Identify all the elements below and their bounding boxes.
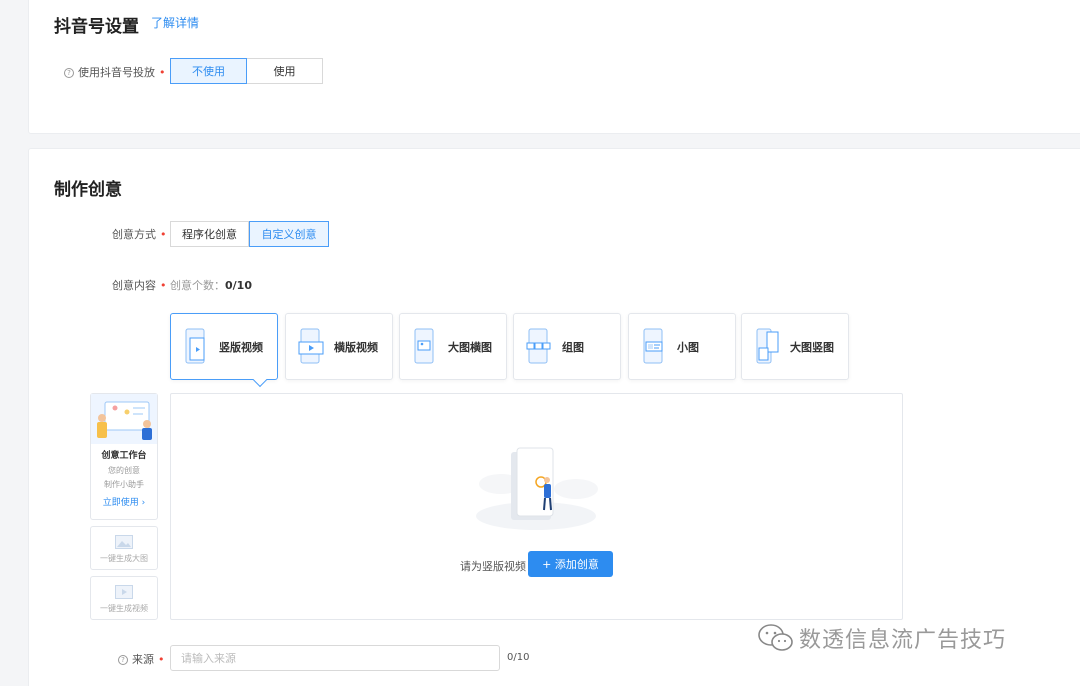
mode-custom[interactable]: 自定义创意 xyxy=(249,221,329,247)
small-image-icon xyxy=(643,328,663,363)
generate-video-label: 一键生成视频 xyxy=(100,604,148,613)
generate-image-button[interactable]: 一键生成大图 xyxy=(90,526,158,570)
creative-count: 创意个数：0/10 xyxy=(170,277,252,293)
option-not-use[interactable]: 不使用 xyxy=(170,58,247,84)
creative-mode-toggle: 程序化创意 自定义创意 xyxy=(170,221,329,247)
creative-section-title: 制作创意 xyxy=(54,180,122,200)
source-input[interactable]: 请输入来源 xyxy=(170,645,500,671)
type-large-horizontal-image[interactable]: 大图横图 xyxy=(399,313,507,380)
mode-programmatic[interactable]: 程序化创意 xyxy=(170,221,249,247)
required-mark: • xyxy=(158,653,165,666)
upload-hint: 请为竖版视频 xyxy=(460,560,526,573)
workbench-desc-1: 您的创意 xyxy=(108,466,140,475)
option-use[interactable]: 使用 xyxy=(247,58,323,84)
type-label: 大图竖图 xyxy=(790,340,834,354)
type-horizontal-video[interactable]: 横版视频 xyxy=(285,313,393,380)
douyin-use-toggle: 不使用 使用 xyxy=(170,58,323,84)
creative-count-value: 0/10 xyxy=(225,279,252,292)
horizontal-video-icon xyxy=(298,328,324,363)
source-label: 来源 xyxy=(132,653,154,666)
creative-content-field-label: 创意内容 • xyxy=(112,277,167,293)
required-mark: • xyxy=(159,66,166,79)
required-mark: • xyxy=(160,228,167,241)
learn-more-link[interactable]: 了解详情 xyxy=(151,14,199,31)
watermark-text: 数透信息流广告技巧 xyxy=(799,628,1007,653)
add-creative-button[interactable]: + 添加创意 xyxy=(528,551,613,577)
creative-content-label: 创意内容 xyxy=(112,279,156,292)
workbench-desc-2: 制作小助手 xyxy=(104,480,144,489)
type-label: 小图 xyxy=(677,340,699,354)
creative-mode-label: 创意方式 xyxy=(112,228,156,241)
watermark: 数透信息流广告技巧 xyxy=(757,622,1006,654)
creative-workbench-card[interactable]: 创意工作台 您的创意 制作小助手 立即使用 › xyxy=(90,393,158,520)
video-icon xyxy=(115,585,133,599)
type-group-image[interactable]: 组图 xyxy=(513,313,621,380)
image-icon xyxy=(115,535,133,549)
help-icon[interactable]: ? xyxy=(64,68,74,78)
generate-video-button[interactable]: 一键生成视频 xyxy=(90,576,158,620)
generate-image-label: 一键生成大图 xyxy=(100,554,148,563)
large-horizontal-image-icon xyxy=(414,328,434,363)
workbench-title: 创意工作台 xyxy=(101,451,147,461)
source-char-count: 0/10 xyxy=(507,652,530,663)
large-vertical-image-icon xyxy=(756,328,779,363)
empty-state-illustration-icon xyxy=(476,447,598,530)
type-label: 大图横图 xyxy=(448,340,492,354)
creative-count-label: 创意个数： xyxy=(170,279,225,292)
type-small-image[interactable]: 小图 xyxy=(628,313,736,380)
creative-upload-area: 请为竖版视频 + 添加创意 xyxy=(170,393,903,620)
vertical-video-icon xyxy=(185,328,205,363)
douyin-section-title: 抖音号设置 xyxy=(54,17,139,37)
group-image-icon xyxy=(526,328,551,363)
workbench-illustration-icon xyxy=(91,394,157,444)
source-field-label: ? 来源 • xyxy=(118,651,165,667)
creative-mode-field-label: 创意方式 • xyxy=(112,226,167,242)
type-vertical-video[interactable]: 竖版视频 xyxy=(170,313,278,380)
douyin-use-label: 使用抖音号投放 xyxy=(78,66,155,79)
type-label: 竖版视频 xyxy=(219,340,263,354)
workbench-use-now-link[interactable]: 立即使用 › xyxy=(91,495,157,508)
wechat-icon xyxy=(758,624,793,651)
douyin-use-field-label: ? 使用抖音号投放 • xyxy=(64,64,166,80)
help-icon[interactable]: ? xyxy=(118,655,128,665)
type-label: 横版视频 xyxy=(334,340,378,354)
type-label: 组图 xyxy=(562,340,584,354)
required-mark: • xyxy=(160,279,167,292)
type-large-vertical-image[interactable]: 大图竖图 xyxy=(741,313,849,380)
